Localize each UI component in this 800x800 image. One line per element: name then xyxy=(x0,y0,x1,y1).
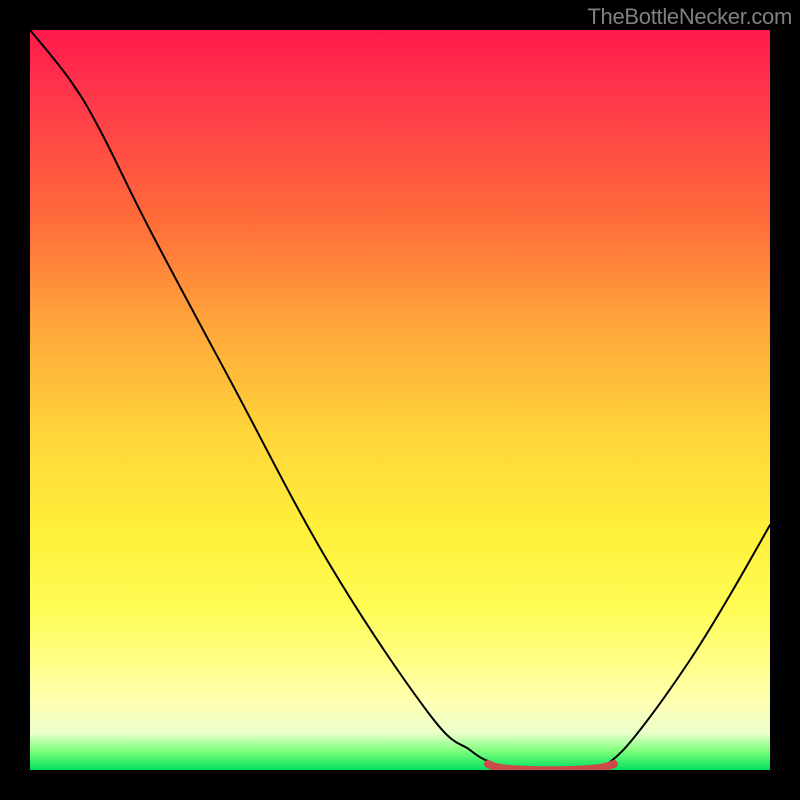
chart-background-gradient xyxy=(30,30,770,770)
chart-frame xyxy=(30,30,770,770)
watermark-text: TheBottleNecker.com xyxy=(587,4,792,30)
